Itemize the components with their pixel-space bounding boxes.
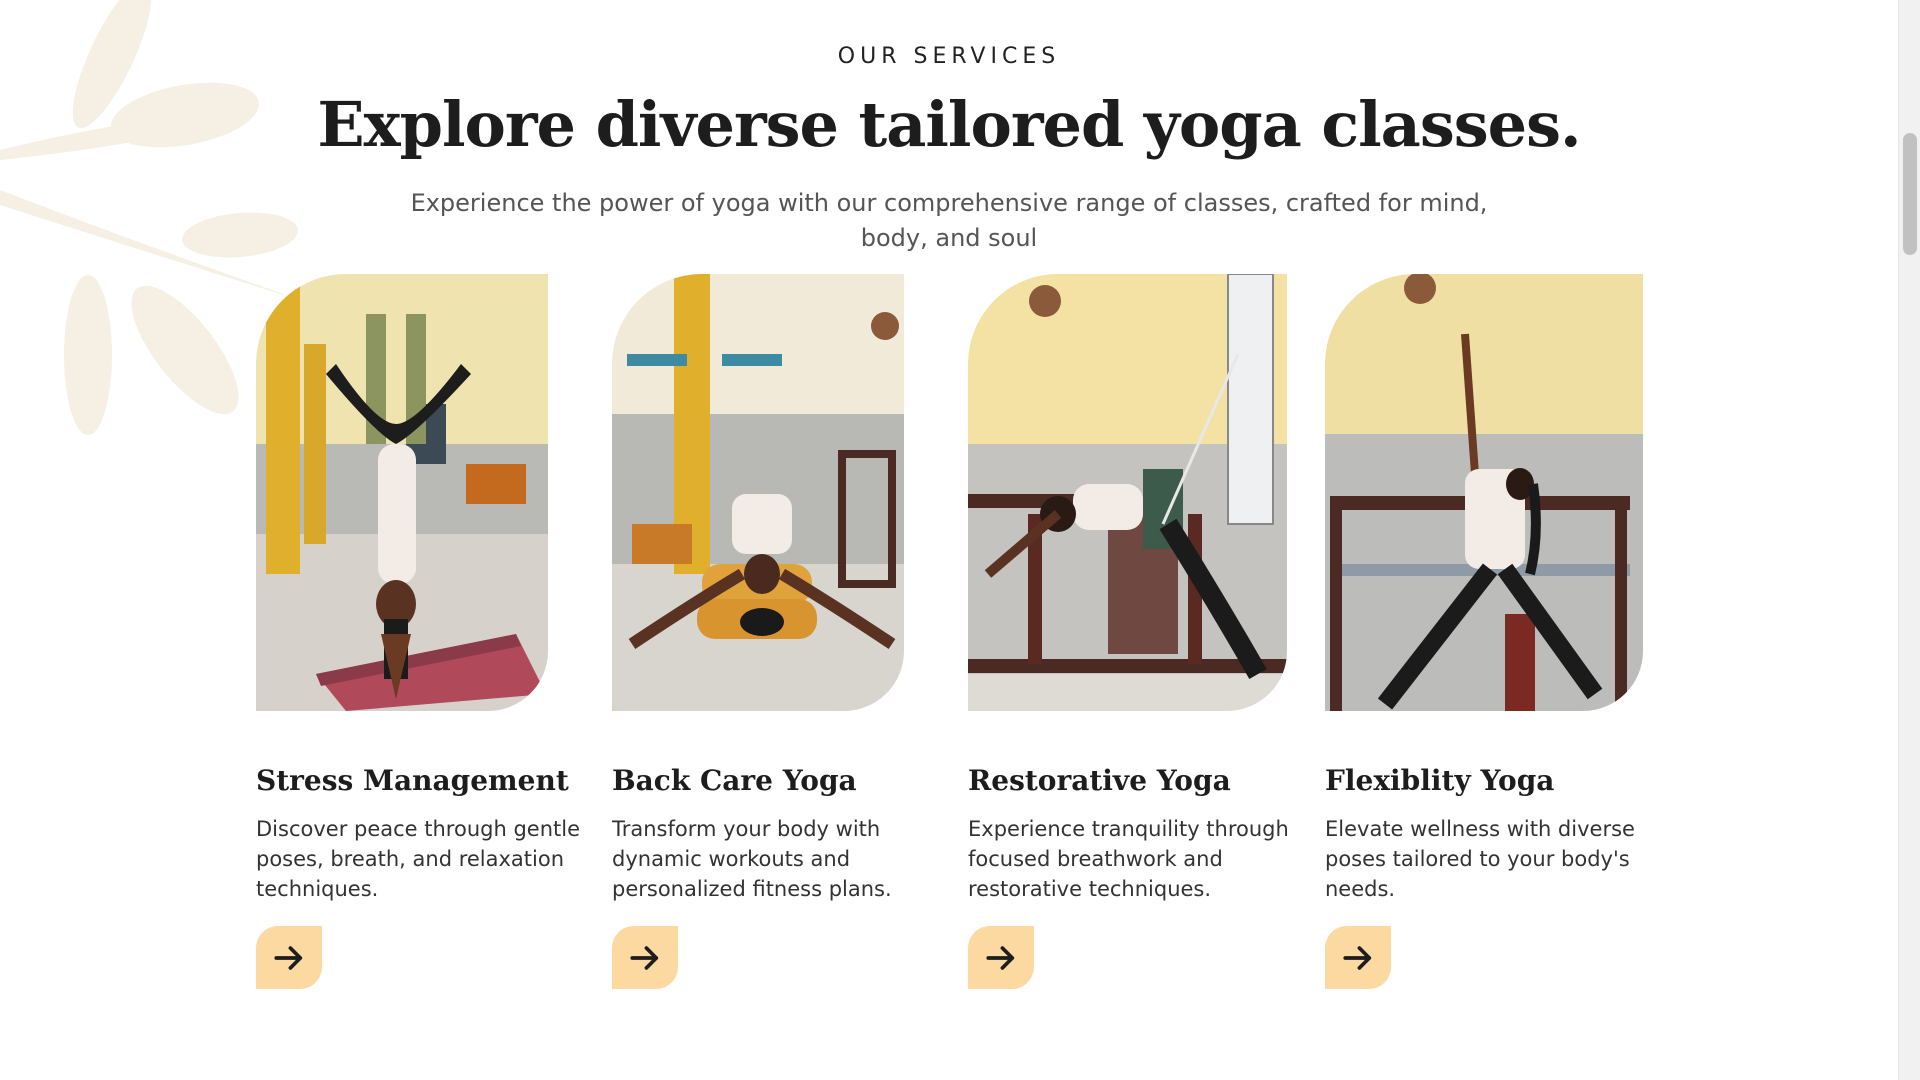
services-page: OUR SERVICES Explore diverse tailored yo… xyxy=(0,0,1920,1080)
service-title: Back Care Yoga xyxy=(612,764,857,797)
service-photo xyxy=(968,274,1287,711)
service-title: Flexiblity Yoga xyxy=(1325,764,1555,797)
service-photo xyxy=(612,274,904,711)
arrow-right-icon xyxy=(986,945,1015,970)
arrow-right-icon xyxy=(274,945,303,970)
service-title: Restorative Yoga xyxy=(968,764,1231,797)
service-link-button[interactable] xyxy=(1325,926,1391,989)
service-description: Transform your body with dynamic workout… xyxy=(612,817,892,901)
service-photo xyxy=(1325,274,1643,711)
page-scrollbar[interactable] xyxy=(1898,0,1920,1080)
scrollbar-thumb[interactable] xyxy=(1903,133,1917,255)
service-link-button[interactable] xyxy=(256,926,322,989)
service-description: Discover peace through gentle poses, bre… xyxy=(256,817,580,901)
service-cards: Stress Management Discover peace through… xyxy=(0,0,1920,1080)
service-photo xyxy=(256,274,548,711)
service-link-button[interactable] xyxy=(612,926,678,989)
service-description: Experience tranquility through focused b… xyxy=(968,817,1289,901)
arrow-right-icon xyxy=(630,945,659,970)
service-title: Stress Management xyxy=(256,764,569,797)
arrow-right-icon xyxy=(1343,945,1372,970)
service-description: Elevate wellness with diverse poses tail… xyxy=(1325,817,1635,901)
service-link-button[interactable] xyxy=(968,926,1034,989)
